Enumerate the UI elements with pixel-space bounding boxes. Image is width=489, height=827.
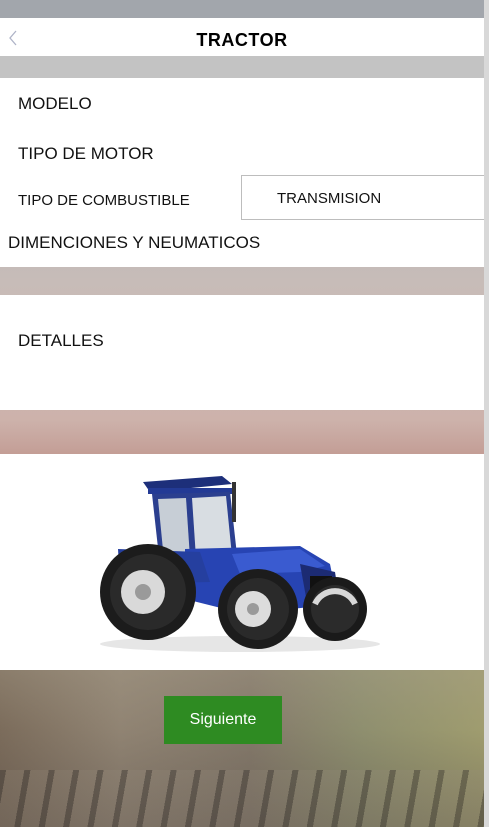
scroll-edge — [484, 0, 489, 827]
back-button[interactable] — [4, 26, 22, 50]
next-button[interactable]: Siguiente — [164, 696, 282, 744]
menu-item-label: TIPO DE COMBUSTIBLE — [18, 192, 190, 209]
chevron-left-icon — [9, 30, 17, 46]
field-rows — [0, 770, 484, 827]
menu-item-modelo[interactable]: MODELO — [18, 94, 92, 114]
menu-item-label: DIMENCIONES Y NEUMATICOS — [8, 233, 261, 252]
menu-row-split: TIPO DE COMBUSTIBLE TRANSMISION — [0, 175, 484, 221]
spec-menu: MODELO TIPO DE MOTOR TIPO DE COMBUSTIBLE… — [0, 78, 484, 221]
menu-item-dimensiones[interactable]: DIMENCIONES Y NEUMATICOS — [0, 221, 484, 267]
status-bar — [0, 0, 489, 18]
app-screen: TRACTOR MODELO TIPO DE MOTOR TIPO DE COM… — [0, 0, 489, 827]
header-bar: TRACTOR — [0, 18, 484, 56]
menu-item-label: TRANSMISION — [277, 190, 382, 207]
menu-item-detalles[interactable]: DETALLES — [0, 295, 484, 410]
tractor-image-panel — [0, 454, 484, 670]
menu-item-label: DETALLES — [18, 331, 104, 350]
page-title: TRACTOR — [196, 29, 288, 50]
menu-item-tipo-combustible[interactable]: TIPO DE COMBUSTIBLE — [0, 175, 241, 221]
menu-item-transmision[interactable]: TRANSMISION — [241, 175, 484, 220]
tractor-image — [100, 476, 380, 652]
header-divider — [0, 56, 484, 78]
menu-item-tipo-motor[interactable]: TIPO DE MOTOR — [18, 144, 154, 164]
